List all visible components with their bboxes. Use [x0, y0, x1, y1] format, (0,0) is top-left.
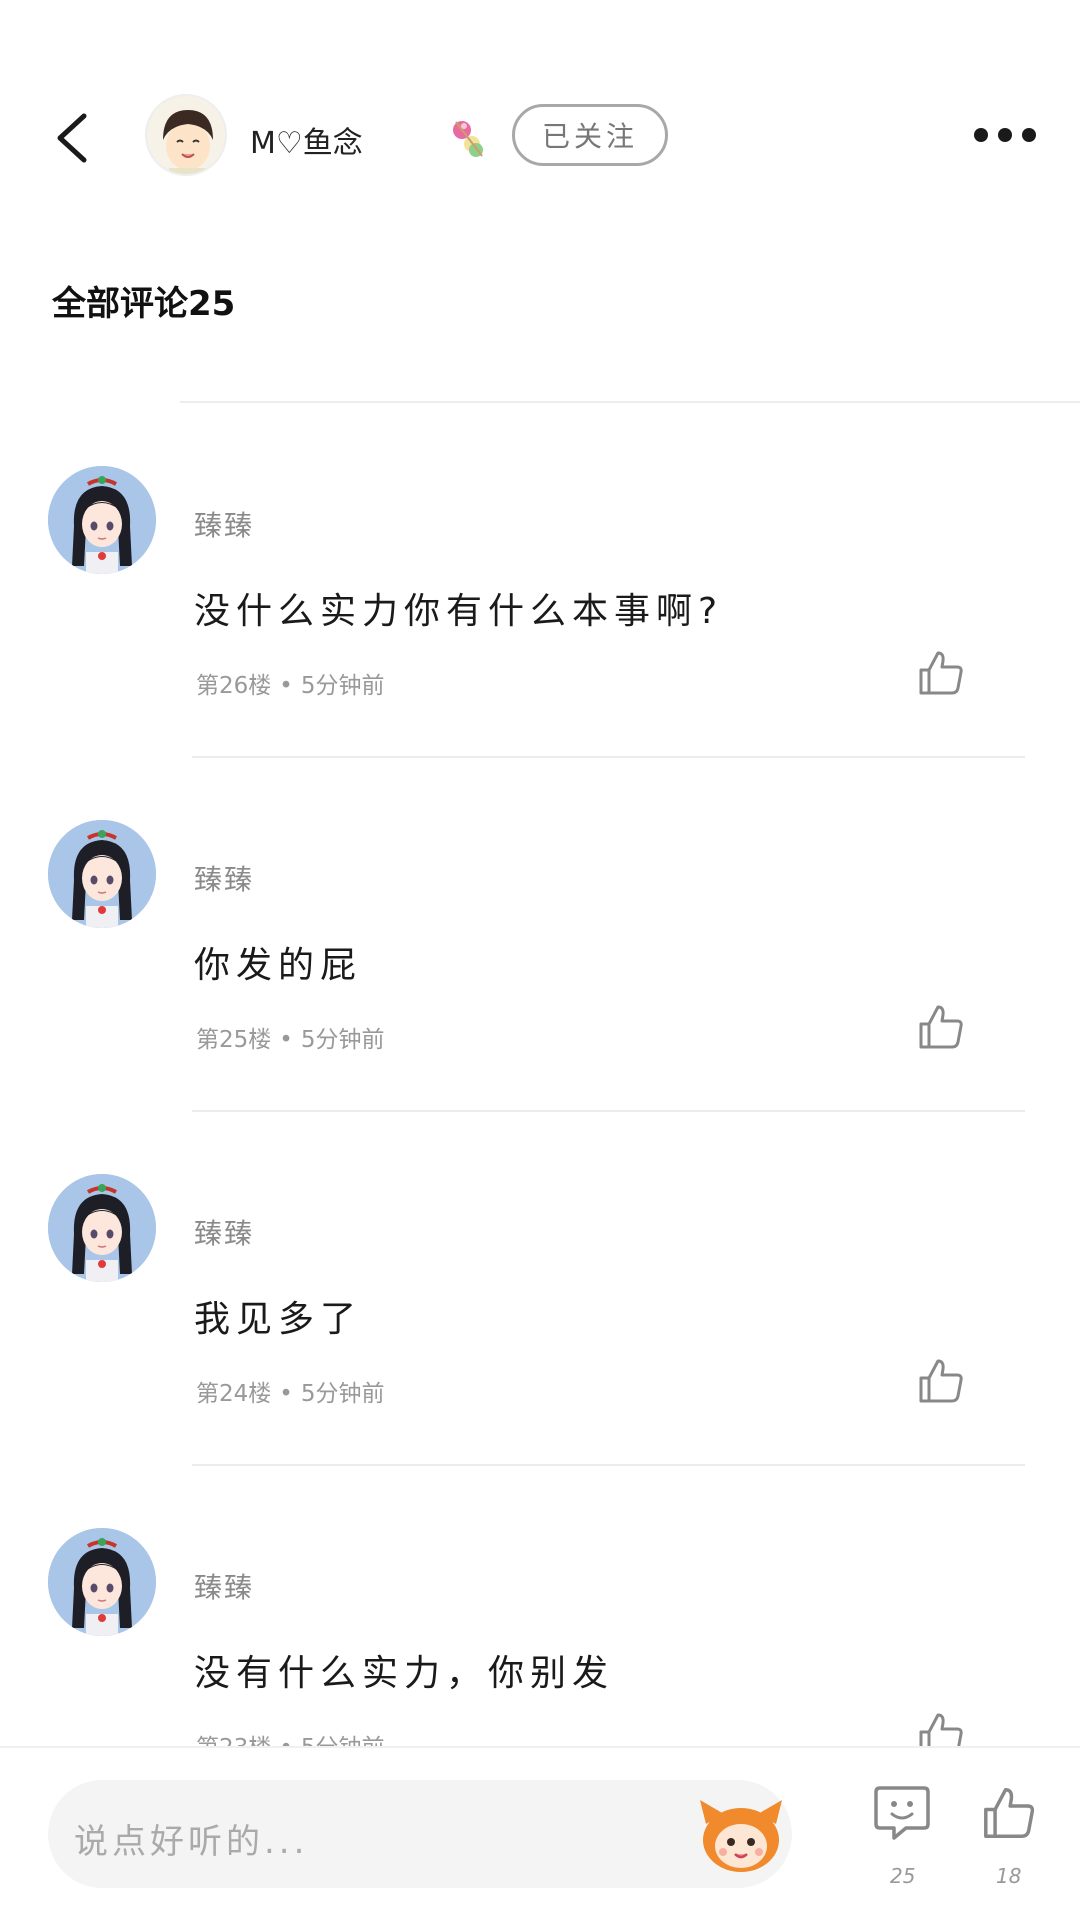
- comment-text: 没有什么实力，你别发: [194, 1653, 615, 1694]
- avatar[interactable]: [48, 466, 156, 574]
- meta-separator: •: [279, 1027, 293, 1053]
- follow-button[interactable]: 已关注: [512, 104, 668, 166]
- avatar[interactable]: [48, 1174, 156, 1282]
- comment-username[interactable]: 臻臻: [194, 1566, 254, 1606]
- comment-meta: 第25楼 • 5分钟前: [196, 1020, 385, 1054]
- comments-title: 全部评论25: [52, 284, 236, 324]
- comment-input-placeholder: 说点好听的...: [74, 1822, 309, 1862]
- comment-text: 你发的屁: [194, 945, 363, 986]
- comment-floor: 第24楼: [196, 1381, 272, 1407]
- like-count: 18: [996, 1864, 1022, 1888]
- thumbs-up-icon[interactable]: [916, 648, 966, 698]
- divider: [180, 401, 1080, 403]
- comment-username[interactable]: 臻臻: [194, 858, 254, 898]
- avatar[interactable]: [48, 820, 156, 928]
- meta-separator: •: [279, 673, 293, 699]
- comment-username[interactable]: 臻臻: [194, 1212, 254, 1252]
- comment-text: 没什么实力你有什么本事啊?: [194, 591, 724, 632]
- comment-item: 臻臻 我见多了 第24楼 • 5分钟前: [0, 1112, 1080, 1466]
- mascot-emoji-icon[interactable]: [696, 1794, 786, 1874]
- comment-meta: 第24楼 • 5分钟前: [196, 1374, 385, 1408]
- comment-input[interactable]: 说点好听的...: [48, 1780, 792, 1888]
- avatar[interactable]: [48, 1528, 156, 1636]
- comment-bubble-icon[interactable]: [872, 1784, 932, 1842]
- thumbs-up-icon[interactable]: [916, 1002, 966, 1052]
- thumbs-up-icon[interactable]: [916, 1356, 966, 1406]
- comment-text: 我见多了: [194, 1299, 363, 1340]
- comment-item: 臻臻 你发的屁 第25楼 • 5分钟前: [0, 758, 1080, 1112]
- comment-meta: 第26楼 • 5分钟前: [196, 666, 385, 700]
- comment-username[interactable]: 臻臻: [194, 504, 254, 544]
- comment-count: 25: [890, 1864, 916, 1888]
- author-avatar[interactable]: [145, 94, 227, 176]
- candy-badge-icon: [448, 116, 488, 160]
- comment-item: 臻臻 没什么实力你有什么本事啊? 第26楼 • 5分钟前: [0, 404, 1080, 758]
- more-dots-icon[interactable]: [974, 120, 1046, 150]
- comment-time: 5分钟前: [300, 673, 385, 699]
- comment-floor: 第25楼: [196, 1027, 272, 1053]
- comment-floor: 第26楼: [196, 673, 272, 699]
- top-bar: M♡鱼念 已关注: [0, 0, 1080, 270]
- bottom-bar: 说点好听的... 25 18: [0, 1746, 1080, 1920]
- comment-time: 5分钟前: [300, 1027, 385, 1053]
- thumbs-up-icon[interactable]: [980, 1784, 1038, 1842]
- back-arrow-icon[interactable]: [44, 108, 104, 168]
- comment-time: 5分钟前: [300, 1381, 385, 1407]
- meta-separator: •: [279, 1381, 293, 1407]
- author-name[interactable]: M♡鱼念: [250, 118, 363, 162]
